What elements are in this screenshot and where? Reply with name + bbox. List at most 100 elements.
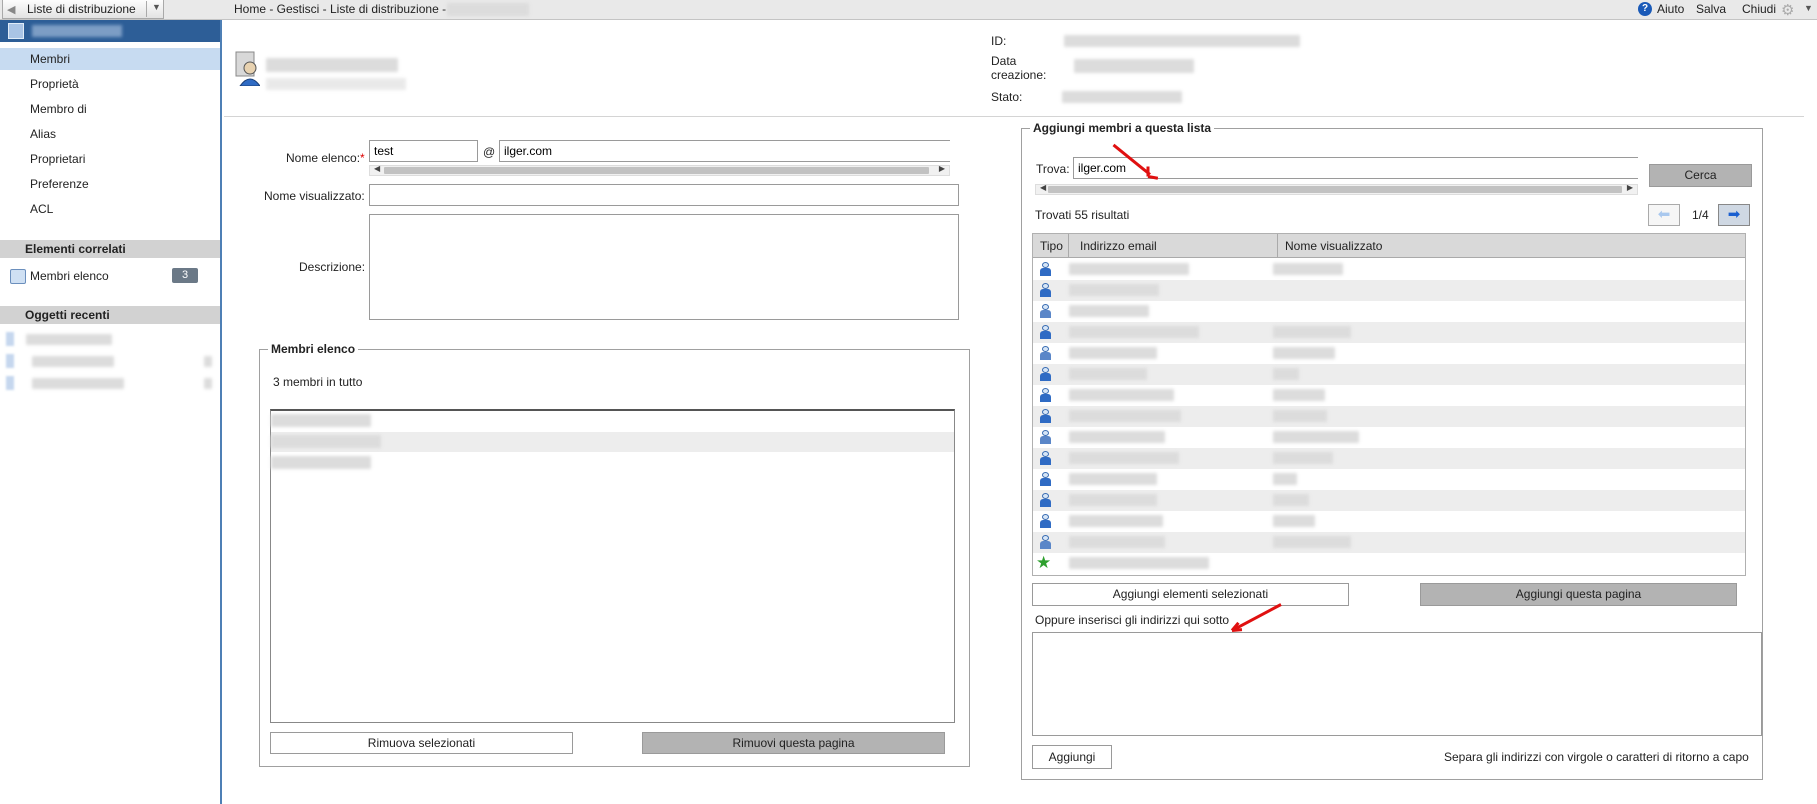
- list-item[interactable]: [271, 411, 954, 431]
- user-icon: [1040, 451, 1051, 466]
- description-textarea[interactable]: [369, 214, 959, 320]
- results-table[interactable]: Tipo Indirizzo email Nome visualizzato ★: [1032, 233, 1746, 576]
- email-cell-redacted: [1069, 515, 1163, 527]
- sidebar-item-member-of[interactable]: Membro di: [0, 98, 220, 120]
- table-row[interactable]: [1033, 301, 1745, 322]
- count-badge: 3: [172, 268, 198, 283]
- list-name-input[interactable]: [369, 140, 478, 162]
- sidebar-header[interactable]: [0, 20, 220, 42]
- list-item[interactable]: [271, 432, 954, 452]
- sidebar-item-acl[interactable]: ACL: [0, 198, 220, 220]
- members-legend: Membri elenco: [271, 342, 356, 356]
- add-page-button[interactable]: Aggiungi questa pagina: [1420, 583, 1737, 606]
- email-cell-redacted: [1069, 326, 1199, 338]
- app-switcher-label: Liste di distribuzione: [27, 2, 136, 16]
- add-members-legend: Aggiungi membri a questa lista: [1033, 121, 1212, 135]
- display-name-cell-redacted: [1273, 452, 1333, 464]
- column-display-name[interactable]: Nome visualizzato: [1285, 239, 1382, 253]
- list-item[interactable]: [271, 453, 954, 473]
- table-row[interactable]: [1033, 490, 1745, 511]
- table-row[interactable]: [1033, 532, 1745, 553]
- user-icon: [1040, 367, 1051, 382]
- email-cell-redacted: [1069, 410, 1181, 422]
- email-cell-redacted: [1069, 431, 1165, 443]
- divider: [146, 1, 147, 17]
- distribution-list-user-icon: [235, 51, 260, 86]
- display-name-cell-redacted: [1273, 515, 1315, 527]
- table-row[interactable]: [1033, 343, 1745, 364]
- page-indicator: 1/4: [1692, 208, 1709, 222]
- user-icon: [1040, 388, 1051, 403]
- table-row[interactable]: [1033, 406, 1745, 427]
- display-name-cell-redacted: [1273, 536, 1351, 548]
- related-item-members[interactable]: Membri elenco: [30, 269, 109, 283]
- find-scrollbar[interactable]: ◀ ▶: [1035, 183, 1638, 195]
- save-link[interactable]: Salva: [1696, 2, 1726, 16]
- column-type[interactable]: Tipo: [1040, 239, 1063, 253]
- list-name-scrollbar[interactable]: ◀ ▶: [369, 164, 950, 176]
- display-name-cell-redacted: [1273, 347, 1335, 359]
- next-page-button[interactable]: ➡: [1718, 204, 1750, 226]
- table-row[interactable]: [1033, 385, 1745, 406]
- user-icon: [1040, 493, 1051, 508]
- email-cell-redacted: [1069, 536, 1165, 548]
- table-row[interactable]: [1033, 280, 1745, 301]
- chevron-down-icon[interactable]: ▼: [1804, 3, 1813, 13]
- email-cell-redacted: [1069, 368, 1147, 380]
- remove-selected-button[interactable]: Rimuova selezionati: [270, 732, 573, 754]
- display-name-cell-redacted: [1273, 494, 1309, 506]
- help-link[interactable]: Aiuto: [1657, 2, 1684, 16]
- previous-page-button[interactable]: ⬅: [1648, 204, 1680, 226]
- table-header: Tipo Indirizzo email Nome visualizzato: [1033, 234, 1745, 258]
- table-row[interactable]: [1033, 322, 1745, 343]
- display-name-input[interactable]: [369, 184, 959, 206]
- add-selected-button[interactable]: Aggiungi elementi selezionati: [1032, 583, 1349, 606]
- chevron-down-icon[interactable]: ▼: [152, 2, 161, 12]
- status-label: Stato:: [991, 90, 1023, 104]
- created-value-redacted: [1074, 59, 1194, 73]
- table-row[interactable]: [1033, 259, 1745, 280]
- domain-input[interactable]: [499, 140, 950, 162]
- close-link[interactable]: Chiudi: [1742, 2, 1776, 16]
- find-input[interactable]: [1073, 157, 1638, 179]
- table-row[interactable]: [1033, 511, 1745, 532]
- table-row[interactable]: [1033, 448, 1745, 469]
- user-icon: [1040, 472, 1051, 487]
- table-row[interactable]: ★: [1033, 553, 1745, 574]
- search-button[interactable]: Cerca: [1649, 164, 1752, 187]
- table-row[interactable]: [1033, 427, 1745, 448]
- sidebar-item-members[interactable]: Membri: [0, 48, 220, 70]
- created-label-2: creazione:: [991, 68, 1047, 82]
- sidebar-item-preferences[interactable]: Preferenze: [0, 173, 220, 195]
- group-icon: [1040, 535, 1051, 550]
- table-row[interactable]: [1033, 364, 1745, 385]
- recent-objects-list: [4, 330, 214, 390]
- remove-page-button[interactable]: Rimuovi questa pagina: [642, 732, 945, 754]
- addresses-textarea[interactable]: [1032, 632, 1762, 736]
- table-row[interactable]: [1033, 469, 1745, 490]
- members-list[interactable]: [270, 409, 955, 723]
- sidebar-item-owners[interactable]: Proprietari: [0, 148, 220, 170]
- user-icon: [1040, 409, 1051, 424]
- description-label: Descrizione:: [299, 260, 366, 274]
- display-name-cell-redacted: [1273, 326, 1351, 338]
- status-value-redacted: [1062, 91, 1182, 103]
- separator-hint: Separa gli indirizzi con virgole o carat…: [1444, 750, 1749, 764]
- gear-icon[interactable]: ⚙: [1781, 1, 1794, 19]
- or-enter-label: Oppure inserisci gli indirizzi qui sotto: [1035, 613, 1230, 627]
- at-sign: @: [483, 145, 496, 159]
- list-name-label: Nome elenco:*: [286, 151, 365, 165]
- created-label: Data: [991, 54, 1017, 68]
- app-switcher-button[interactable]: ◀ Liste di distribuzione ▼: [2, 0, 164, 19]
- user-icon: [1040, 283, 1051, 298]
- star-icon: ★: [1036, 553, 1052, 572]
- display-name-redacted: [266, 58, 398, 72]
- find-label: Trova:: [1036, 162, 1070, 176]
- sidebar-item-properties[interactable]: Proprietà: [0, 73, 220, 95]
- add-button[interactable]: Aggiungi: [1032, 745, 1112, 769]
- sidebar-item-alias[interactable]: Alias: [0, 123, 220, 145]
- back-arrow-icon[interactable]: ◀: [7, 3, 15, 16]
- recent-section-title: Oggetti recenti: [0, 306, 220, 324]
- help-icon[interactable]: ?: [1638, 2, 1652, 16]
- column-email[interactable]: Indirizzo email: [1080, 239, 1157, 253]
